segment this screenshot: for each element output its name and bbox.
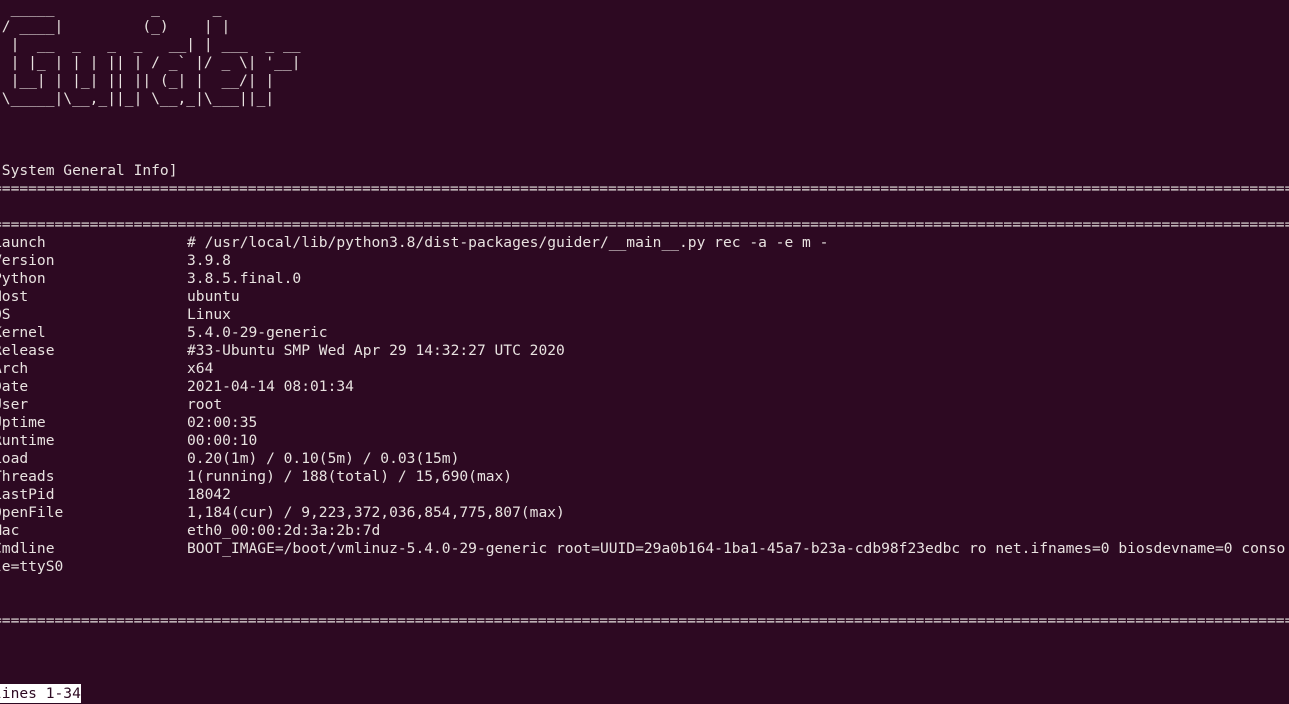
row-type: Threads	[0, 468, 55, 485]
pager-status-bar[interactable]: lines 1-34	[0, 684, 81, 703]
table-row: OpenFile 1,184(cur) / 9,223,372,036,854,7…	[0, 504, 1289, 522]
terminal-screen: _____ _ _ / ____| (_) | | | | __ _ _ _ _…	[0, 0, 1289, 630]
table-row: Runtime 00:00:10	[0, 432, 1289, 450]
table-row: Kernel 5.4.0-29-generic	[0, 324, 1289, 342]
table-row: Python 3.8.5.final.0	[0, 270, 1289, 288]
table-row: Version 3.9.8	[0, 252, 1289, 270]
table-row: Uptime 02:00:35	[0, 414, 1289, 432]
row-type: OS	[0, 306, 11, 323]
row-type: Host	[0, 288, 29, 305]
row-information: 1,184(cur) / 9,223,372,036,854,775,807(m…	[187, 504, 565, 521]
table-row: Arch x64	[0, 360, 1289, 378]
table-row: LastPid 18042	[0, 486, 1289, 504]
separator-mid: ========================================…	[0, 216, 1289, 233]
row-type: OpenFile	[0, 504, 64, 521]
row-type: Load	[0, 450, 29, 467]
row-type: Runtime	[0, 432, 55, 449]
table-row: Mac eth0_00:00:2d:3a:2b:7d	[0, 522, 1289, 540]
row-information: 18042	[187, 486, 231, 503]
row-type: Date	[0, 378, 29, 395]
terminal-window[interactable]: _____ _ _ / ____| (_) | | | | __ _ _ _ _…	[0, 0, 1289, 704]
row-information: 02:00:35	[187, 414, 258, 431]
row-type: Launch	[0, 234, 46, 251]
section-title: [System General Info]	[0, 162, 178, 179]
system-info-table: Launch # /usr/local/lib/python3.8/dist-pa…	[0, 234, 1289, 576]
row-information: # /usr/local/lib/python3.8/dist-packages…	[187, 234, 829, 251]
table-row: Release #33-Ubuntu SMP Wed Apr 29 14:32:2…	[0, 342, 1289, 360]
table-row: User root	[0, 396, 1289, 414]
row-type: Uptime	[0, 414, 46, 431]
row-information: 5.4.0-29-generic	[187, 324, 328, 341]
row-information: BOOT_IMAGE=/boot/vmlinuz-5.4.0-29-generi…	[0, 540, 1286, 575]
row-information: 3.8.5.final.0	[187, 270, 302, 287]
table-row: Host ubuntu	[0, 288, 1289, 306]
row-information: 0.20(1m) / 0.10(5m) / 0.03(15m)	[187, 450, 460, 467]
table-row: CmdlineBOOT_IMAGE=/boot/vmlinuz-5.4.0-29…	[0, 540, 1289, 576]
row-type: User	[0, 396, 29, 413]
table-row: Launch # /usr/local/lib/python3.8/dist-pa…	[0, 234, 1289, 252]
table-row: Load 0.20(1m) / 0.10(5m) / 0.03(15m)	[0, 450, 1289, 468]
row-type: Kernel	[0, 324, 46, 341]
table-row: OS Linux	[0, 306, 1289, 324]
row-information: eth0_00:00:2d:3a:2b:7d	[187, 522, 381, 539]
row-type: Python	[0, 270, 46, 287]
separator-bottom: ========================================…	[0, 612, 1289, 629]
column-header-row: TYPEInformation	[0, 198, 1289, 216]
row-information: 1(running) / 188(total) / 15,690(max)	[187, 468, 513, 485]
row-type: Arch	[0, 360, 29, 377]
table-row: Threads 1(running) / 188(total) / 15,690(…	[0, 468, 1289, 486]
row-type: Mac	[0, 522, 20, 539]
row-information: #33-Ubuntu SMP Wed Apr 29 14:32:27 UTC 2…	[187, 342, 565, 359]
row-type: LastPid	[0, 486, 55, 503]
cmdline-continuation-row: console=tty0	[0, 576, 1289, 594]
row-information: ubuntu	[187, 288, 240, 305]
guider-ascii-logo: _____ _ _ / ____| (_) | | | | __ _ _ _ _…	[0, 0, 301, 107]
separator-top: ========================================…	[0, 180, 1289, 197]
row-information: x64	[187, 360, 214, 377]
row-type: Version	[0, 252, 55, 269]
row-information: 00:00:10	[187, 432, 258, 449]
table-row: Date 2021-04-14 08:01:34	[0, 378, 1289, 396]
row-type: Release	[0, 342, 55, 359]
row-information: Linux	[187, 306, 231, 323]
row-information: 3.9.8	[187, 252, 231, 269]
row-type: Cmdline	[0, 540, 55, 557]
row-information: root	[187, 396, 223, 413]
banner-version-line: ver.3.9.8_210326 on python_3.8	[0, 108, 1289, 126]
row-information: 2021-04-14 08:01:34	[187, 378, 354, 395]
